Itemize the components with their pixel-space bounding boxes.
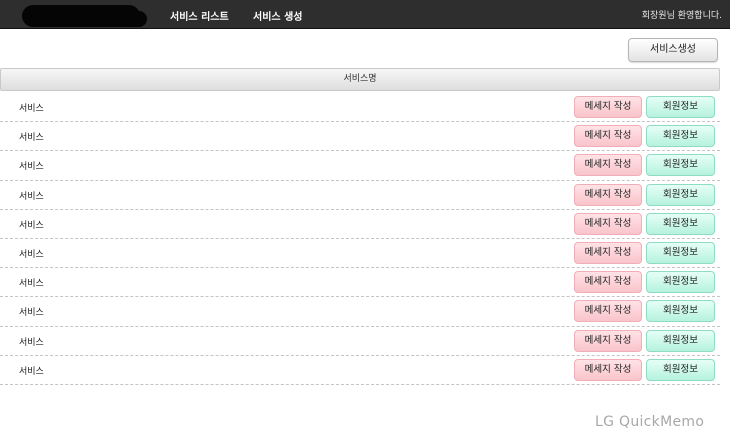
top-navigation-bar: 서비스 리스트 서비스 생성 회장원님 환영합니다. [0, 0, 730, 29]
table-row: 서비스 메세지 작성 회원정보 [0, 210, 720, 239]
table-row: 서비스 메세지 작성 회원정보 [0, 327, 720, 356]
table-row: 서비스 메세지 작성 회원정보 [0, 268, 720, 298]
write-message-button[interactable]: 메세지 작성 [574, 241, 642, 264]
write-message-button[interactable]: 메세지 작성 [574, 125, 642, 148]
table-row: 서비스 메세지 작성 회원정보 [0, 297, 720, 327]
member-info-button[interactable]: 회원정보 [646, 96, 715, 118]
welcome-message: 회장원님 환영합니다. [641, 11, 722, 21]
table-row: 서비스 메세지 작성 회원정보 [0, 239, 720, 269]
member-info-button[interactable]: 회원정보 [646, 125, 715, 148]
nav-service-list[interactable]: 서비스 리스트 [170, 8, 229, 23]
member-info-button[interactable]: 회원정보 [646, 212, 715, 235]
member-info-button[interactable]: 회원정보 [646, 329, 715, 352]
write-message-button[interactable]: 메세지 작성 [574, 271, 642, 294]
member-info-button[interactable]: 회원정보 [646, 358, 715, 381]
write-message-button[interactable]: 메세지 작성 [574, 154, 642, 177]
table-row: 서비스 메세지 작성 회원정보 [0, 151, 720, 181]
service-name-cell: 서비스 [19, 104, 44, 114]
table-row: 서비스 메세지 작성 회원정보 [0, 122, 720, 152]
service-name-cell: 서비스 [19, 249, 44, 260]
write-message-button[interactable]: 메세지 작성 [574, 183, 642, 206]
redacted-logo [22, 5, 140, 27]
service-name-cell: 서비스 [19, 366, 44, 377]
service-name-cell: 서비스 [19, 337, 44, 348]
service-name-cell: 서비스 [19, 133, 44, 144]
member-info-button[interactable]: 회원정보 [646, 154, 715, 177]
member-info-button[interactable]: 회원정보 [646, 271, 715, 294]
nav-service-create[interactable]: 서비스 생성 [253, 8, 302, 23]
write-message-button[interactable]: 메세지 작성 [574, 212, 642, 235]
member-info-button[interactable]: 회원정보 [646, 241, 715, 264]
service-table-body: 서비스 메세지 작성 회원정보 서비스 메세지 작성 회원정보 서비스 메세지 작성 회원정보 서… [0, 93, 720, 385]
table-row: 서비스 메세지 작성 회원정보 [0, 93, 720, 123]
member-info-button[interactable]: 회원정보 [646, 183, 715, 206]
service-name-cell: 서비스 [19, 279, 44, 290]
service-name-cell: 서비스 [19, 308, 44, 319]
write-message-button[interactable]: 메세지 작성 [574, 96, 642, 118]
service-name-cell: 서비스 [19, 162, 44, 173]
quickmemo-watermark: LG QuickMemo [595, 414, 705, 430]
table-column-header-service-name: 서비스명 [0, 68, 720, 91]
write-message-button[interactable]: 메세지 작성 [574, 329, 642, 352]
table-row: 서비스 메세지 작성 회원정보 [0, 181, 720, 210]
member-info-button[interactable]: 회원정보 [646, 300, 715, 323]
table-row: 서비스 메세지 작성 회원정보 [0, 356, 720, 385]
create-service-button[interactable]: 서비스생성 [628, 38, 718, 62]
service-name-cell: 서비스 [19, 220, 44, 231]
service-name-cell: 서비스 [19, 191, 44, 202]
write-message-button[interactable]: 메세지 작성 [574, 358, 642, 381]
write-message-button[interactable]: 메세지 작성 [574, 300, 642, 323]
